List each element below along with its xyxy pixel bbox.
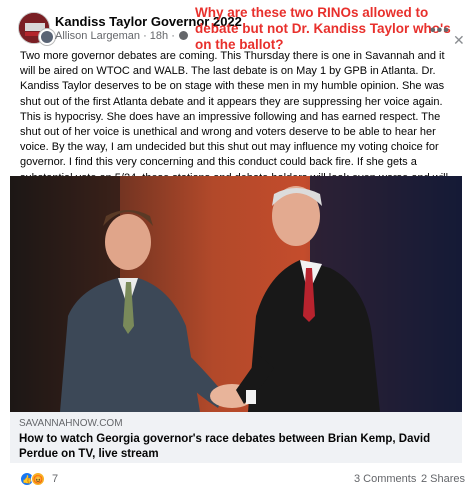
link-title[interactable]: How to watch Georgia governor's race deb… [19,432,449,462]
link-preview[interactable]: SAVANNAHNOW.COM How to watch Georgia gov… [10,412,462,463]
angry-reaction-icon: 😡 [31,472,45,486]
post-footer: 👍 😡 7 3 Comments 2 Shares [10,466,465,494]
timestamp-link[interactable]: 18h [150,30,168,42]
author-avatar[interactable] [38,28,56,46]
link-preview-image[interactable]: i [10,176,462,412]
facebook-post-card: Kandiss Taylor Governor 2022 Allison Lar… [0,0,473,500]
close-icon[interactable]: ✕ [453,32,465,49]
link-domain: SAVANNAHNOW.COM [19,418,123,429]
comments-count-link[interactable]: 3 Comments [354,473,416,485]
author-line: Allison Largeman · 18h · [55,30,188,42]
shares-count-link[interactable]: 2 Shares [421,473,465,485]
more-options-icon[interactable]: ••• [430,22,450,40]
separator: · [171,30,175,42]
author-name-link[interactable]: Allison Largeman [55,30,140,42]
reaction-count[interactable]: 7 [52,473,58,485]
globe-icon [178,30,188,40]
separator: · [143,30,147,42]
annotation-overlay-text: Why are these two RINOs allowed to debat… [195,5,451,52]
